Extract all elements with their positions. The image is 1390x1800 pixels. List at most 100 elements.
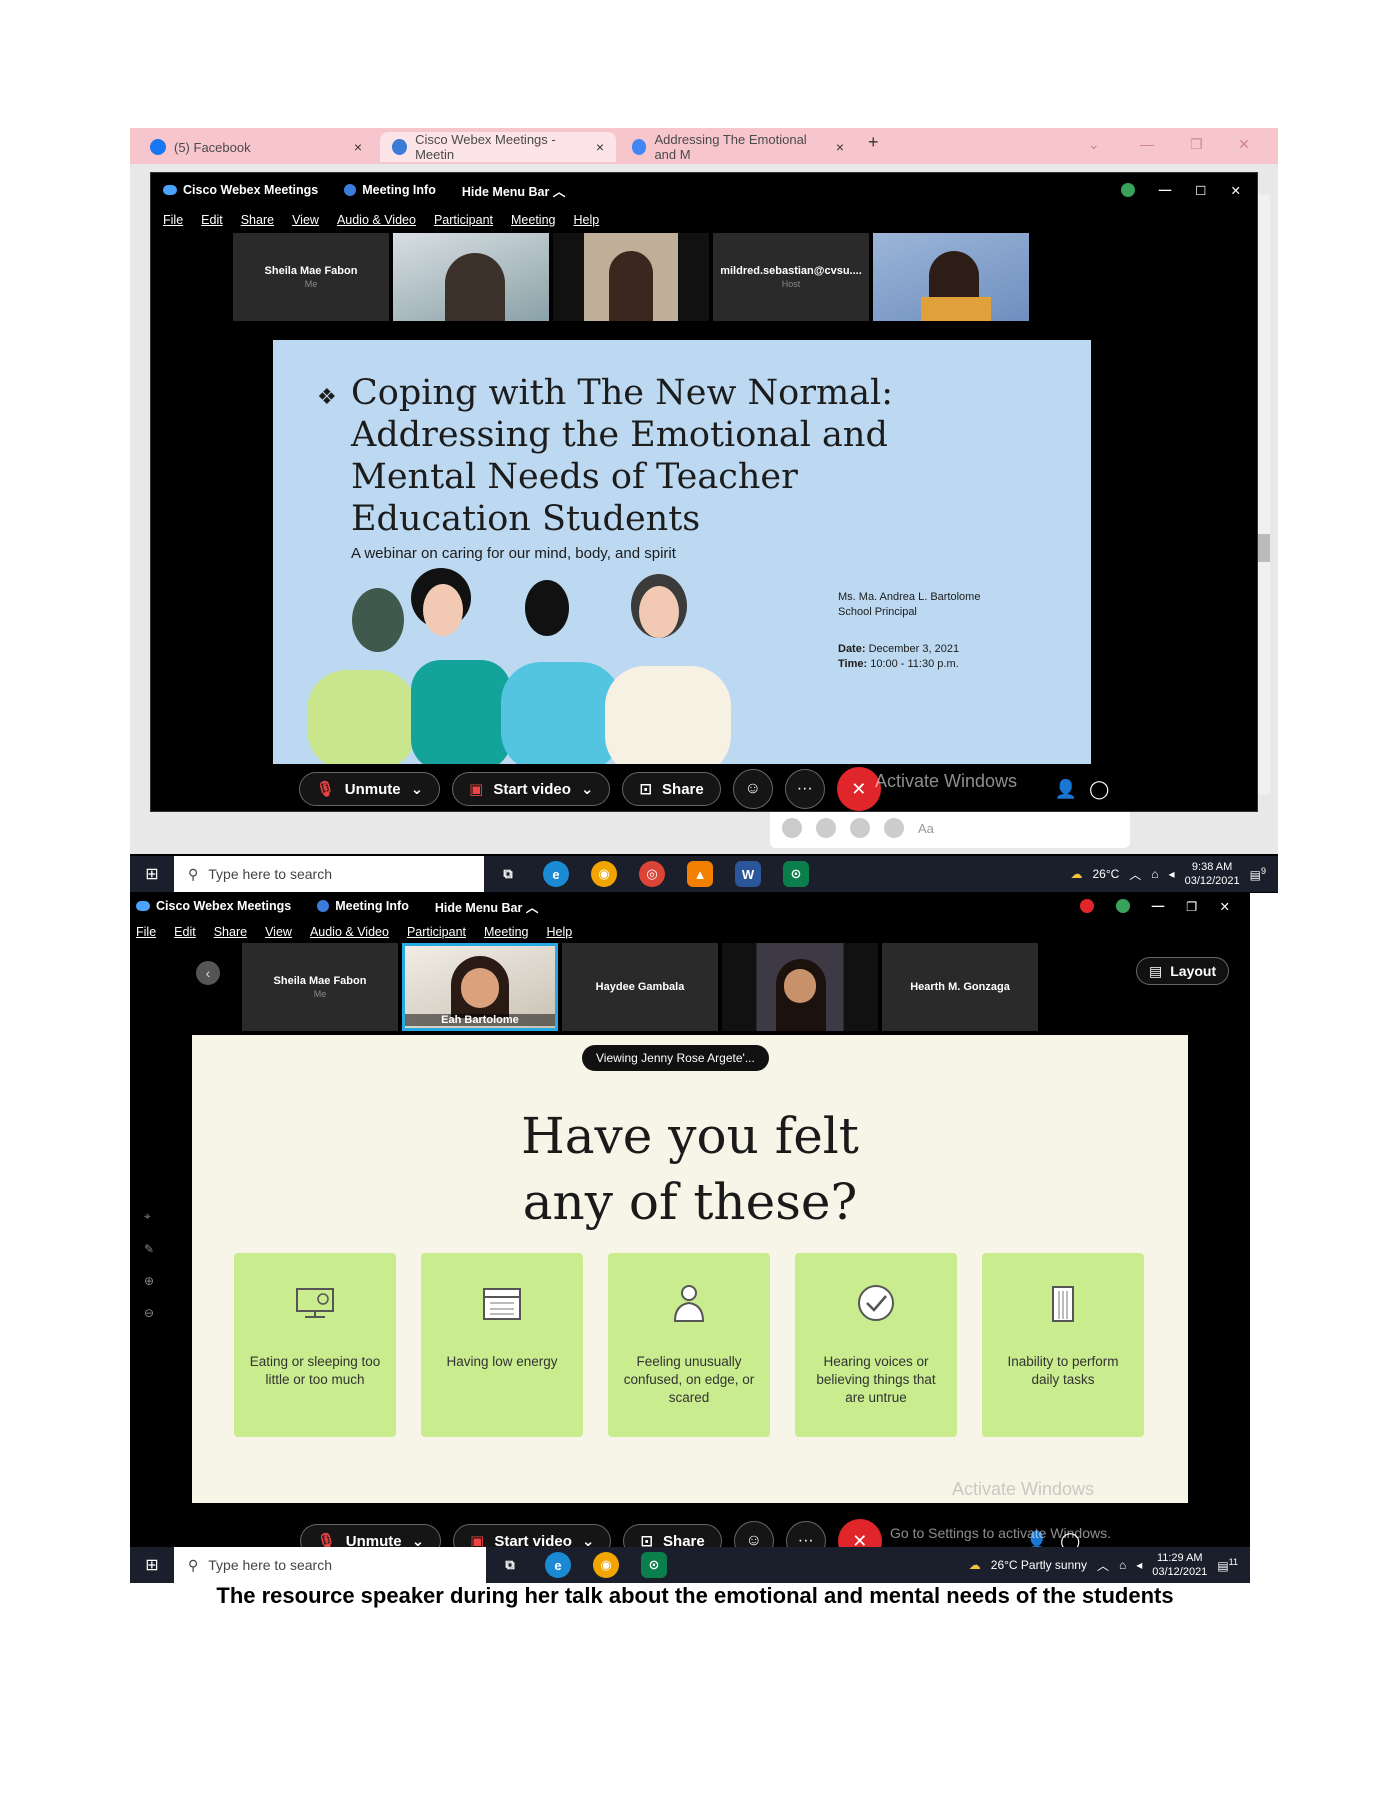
unmute-button[interactable]: 🎙 Unmute ⌄ (298, 772, 441, 806)
share-button[interactable]: ⊡ Share (622, 772, 721, 806)
chevron-up-icon[interactable]: ︿ (1129, 866, 1141, 883)
tab-search-icon[interactable]: ⌄ (1088, 136, 1100, 153)
menu-item[interactable]: Help (546, 925, 572, 939)
menu-item[interactable]: Audio & Video (337, 213, 416, 227)
menu-item[interactable]: Share (214, 925, 247, 939)
taskbar-search-input[interactable]: ⚲ Type here to search (174, 856, 484, 892)
message-input[interactable]: Aa (918, 821, 934, 836)
chevron-down-icon[interactable]: ⌄ (581, 780, 594, 798)
menu-item[interactable]: File (136, 925, 156, 939)
pen-icon[interactable]: ✎ (144, 1242, 154, 1256)
more-options-button[interactable]: ··· (784, 769, 825, 809)
network-icon[interactable]: ⌂ (1119, 1558, 1126, 1572)
tab-addressing[interactable]: Addressing The Emotional and M × (620, 132, 856, 162)
participant-tile[interactable]: Sheila Mae Fabon Me (242, 943, 398, 1031)
weather-text[interactable]: 26°C Partly sunny (991, 1558, 1087, 1572)
participant-tile[interactable]: Haydee Gambala (562, 943, 718, 1031)
taskbar-clock[interactable]: 11:29 AM 03/12/2021 (1152, 1551, 1207, 1579)
menu-item[interactable]: Audio & Video (310, 925, 389, 939)
photo-icon[interactable] (816, 818, 836, 838)
new-tab-button[interactable]: + (868, 132, 879, 153)
edge-icon[interactable]: e (543, 861, 569, 887)
close-icon[interactable]: ✕ (1231, 183, 1241, 198)
taskbar-search-input[interactable]: ⚲ Type here to search (174, 1547, 486, 1583)
weather-icon[interactable]: ☁ (1070, 867, 1082, 881)
minimize-icon[interactable]: — (1159, 183, 1172, 197)
restore-icon[interactable]: ❐ (1190, 136, 1203, 153)
hide-menu-bar-button[interactable]: Hide Menu Bar ︿ (435, 897, 539, 916)
menu-item[interactable]: Help (573, 213, 599, 227)
restore-icon[interactable]: ❐ (1186, 899, 1197, 914)
menu-item[interactable]: Meeting (511, 213, 555, 227)
participant-tile[interactable]: mildred.sebastian@cvsu.... Host (713, 233, 869, 321)
chrome-icon[interactable]: ◎ (639, 861, 665, 887)
pointer-icon[interactable]: ⌖ (144, 1209, 154, 1224)
participant-video[interactable] (873, 233, 1029, 321)
chevron-down-icon[interactable]: ⌄ (411, 780, 424, 798)
chat-icon[interactable]: ◯ (1089, 779, 1109, 800)
gif-icon[interactable] (884, 818, 904, 838)
participant-tile[interactable]: Hearth M. Gonzaga (882, 943, 1038, 1031)
task-view-icon[interactable]: ⧉ (495, 861, 521, 887)
add-icon[interactable] (782, 818, 802, 838)
volume-icon[interactable]: ◂ (1136, 1558, 1142, 1572)
participant-video-active-speaker[interactable]: Eah Bartolome (402, 943, 558, 1031)
temperature[interactable]: 26°C (1092, 867, 1119, 881)
layout-button[interactable]: ▤ Layout (1136, 957, 1230, 985)
close-window-icon[interactable]: ✕ (1238, 136, 1250, 153)
connection-icon[interactable] (1115, 899, 1130, 913)
brave-icon[interactable]: ◉ (593, 1552, 619, 1578)
participant-video[interactable] (393, 233, 549, 321)
minimize-icon[interactable]: — (1152, 899, 1165, 913)
menu-item[interactable]: File (163, 213, 183, 227)
close-icon[interactable]: ✕ (1220, 899, 1230, 914)
participant-video[interactable] (722, 943, 878, 1031)
edge-icon[interactable]: e (545, 1552, 571, 1578)
zoom-in-icon[interactable]: ⊕ (144, 1274, 154, 1288)
recording-icon[interactable] (1079, 899, 1094, 913)
webex-taskbar-icon[interactable]: ⊙ (641, 1552, 667, 1578)
windows-start-icon[interactable]: ⊞ (130, 864, 174, 884)
windows-start-icon[interactable]: ⊞ (130, 1555, 174, 1575)
close-icon[interactable]: × (836, 139, 844, 155)
reactions-icon[interactable]: ☺ (732, 769, 773, 809)
zoom-out-icon[interactable]: ⊖ (144, 1306, 154, 1320)
tab-facebook[interactable]: (5) Facebook × (138, 132, 374, 162)
hide-menu-bar-button[interactable]: Hide Menu Bar ︿ (462, 181, 566, 200)
meeting-info-button[interactable]: Meeting Info (344, 183, 436, 197)
menu-item[interactable]: Edit (201, 213, 223, 227)
vlc-icon[interactable]: ▲ (687, 861, 713, 887)
word-icon[interactable]: W (735, 861, 761, 887)
close-icon[interactable]: × (596, 139, 604, 155)
menu-item[interactable]: Participant (407, 925, 466, 939)
volume-icon[interactable]: ◂ (1169, 867, 1175, 881)
prev-participants-button[interactable]: ‹ (196, 961, 220, 985)
notification-icon[interactable]: ▤11 (1217, 1557, 1238, 1573)
brave-icon[interactable]: ◉ (591, 861, 617, 887)
participants-icon[interactable]: 👤 (1055, 779, 1077, 800)
menu-item[interactable]: Participant (434, 213, 493, 227)
maximize-icon[interactable]: ☐ (1195, 183, 1206, 198)
participant-video[interactable] (553, 233, 709, 321)
tab-webex[interactable]: Cisco Webex Meetings - Meetin × (380, 132, 616, 162)
minimize-icon[interactable]: — (1140, 136, 1154, 152)
start-video-button[interactable]: ▣ Start video ⌄ (452, 772, 611, 806)
webex-taskbar-icon[interactable]: ⊙ (783, 861, 809, 887)
menu-item[interactable]: Meeting (484, 925, 528, 939)
notification-icon[interactable]: ▤9 (1250, 866, 1266, 882)
taskbar-clock[interactable]: 9:38 AM 03/12/2021 (1185, 860, 1240, 888)
chevron-up-icon[interactable]: ︿ (1097, 1557, 1109, 1574)
menu-item[interactable]: View (265, 925, 292, 939)
close-icon[interactable]: × (354, 139, 362, 155)
meeting-info-button[interactable]: Meeting Info (317, 899, 409, 913)
menu-item[interactable]: Edit (174, 925, 196, 939)
weather-icon[interactable]: ☁ (969, 1558, 981, 1572)
sticker-icon[interactable] (850, 818, 870, 838)
participant-tile[interactable]: Sheila Mae Fabon Me (233, 233, 389, 321)
menu-item[interactable]: View (292, 213, 319, 227)
scrollbar[interactable] (1258, 194, 1270, 794)
viewing-banner[interactable]: Viewing Jenny Rose Argete'... (582, 1045, 769, 1071)
connection-icon[interactable] (1120, 183, 1135, 197)
menu-item[interactable]: Share (241, 213, 274, 227)
task-view-icon[interactable]: ⧉ (497, 1552, 523, 1578)
